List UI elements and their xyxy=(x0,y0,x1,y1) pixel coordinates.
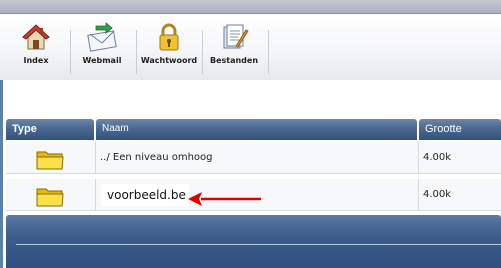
naam-cell: ../ Een niveau omhoog xyxy=(96,142,419,173)
left-border xyxy=(0,80,3,268)
type-cell xyxy=(6,179,96,210)
column-header-naam[interactable]: Naam xyxy=(96,119,417,140)
index-button[interactable]: Index xyxy=(4,22,68,76)
file-size: 4.00k xyxy=(423,189,452,200)
divider xyxy=(16,244,501,245)
folder-icon[interactable] xyxy=(36,185,64,207)
column-header-grootte[interactable]: Grootte xyxy=(419,119,501,140)
bottom-panel xyxy=(6,215,501,268)
grootte-cell: 4.00k xyxy=(419,142,501,173)
top-bar xyxy=(0,0,501,14)
index-label: Index xyxy=(23,56,49,65)
bestanden-label: Bestanden xyxy=(209,56,259,65)
toolbar-divider xyxy=(268,30,269,74)
annotation-arrow-icon xyxy=(188,192,261,206)
grootte-cell: 4.00k xyxy=(419,179,501,210)
webmail-button[interactable]: Webmail xyxy=(70,22,134,76)
type-cell xyxy=(6,142,96,173)
folder-name-link[interactable]: voorbeeld.be xyxy=(101,184,189,206)
column-header-type[interactable]: Type xyxy=(6,119,94,140)
bestanden-button[interactable]: Bestanden xyxy=(202,22,266,76)
mail-icon xyxy=(87,22,117,52)
toolbar: Index Webmail Wachtwoord Bestanden xyxy=(0,14,501,80)
lock-icon xyxy=(159,23,179,51)
webmail-label: Webmail xyxy=(82,56,122,65)
table-row[interactable]: ../ Een niveau omhoog 4.00k xyxy=(6,142,501,174)
content-spacer xyxy=(0,80,501,120)
file-size: 4.00k xyxy=(423,152,452,163)
house-icon xyxy=(22,24,50,50)
wachtwoord-label: Wachtwoord xyxy=(140,56,198,65)
wachtwoord-button[interactable]: Wachtwoord xyxy=(137,22,201,76)
folder-icon[interactable] xyxy=(36,148,64,170)
files-icon xyxy=(223,24,249,49)
parent-directory-link[interactable]: ../ Een niveau omhoog xyxy=(100,152,213,163)
